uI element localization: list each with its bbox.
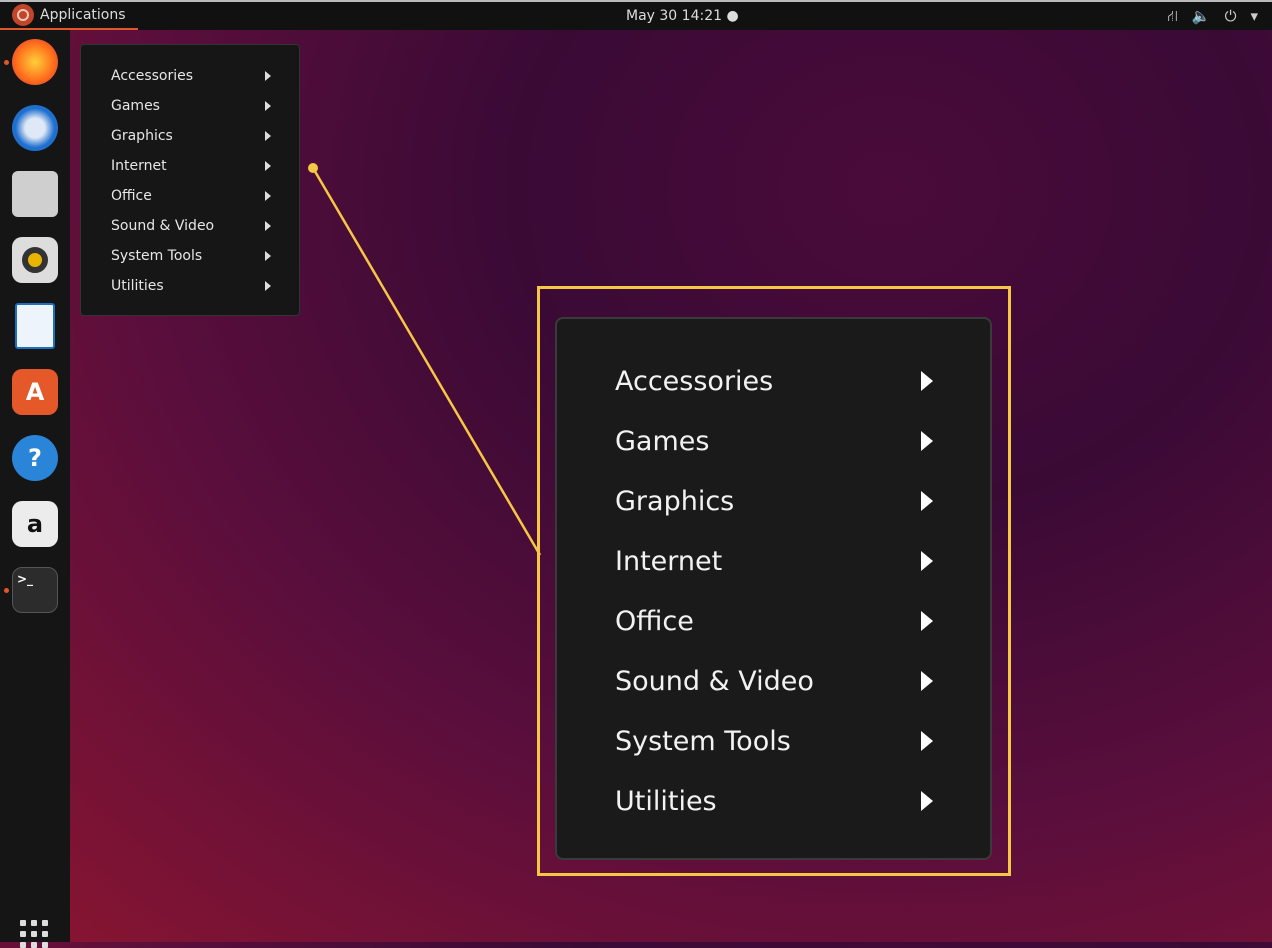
files-icon[interactable] [12, 171, 58, 217]
menu-item-label: Sound & Video [111, 218, 215, 234]
menu-item-label: Graphics [615, 485, 735, 517]
menu-item-sound-video[interactable]: Sound & Video [111, 216, 271, 236]
submenu-arrow-icon [921, 731, 933, 751]
submenu-arrow-icon [921, 431, 933, 451]
applications-label: Applications [40, 7, 126, 23]
submenu-arrow-icon [265, 221, 271, 231]
menu-item-label: Graphics [111, 128, 173, 144]
menu-item-office[interactable]: Office [111, 186, 271, 206]
menu-item-label: Internet [615, 545, 723, 577]
dock: A ? a >_ [0, 30, 70, 948]
network-icon[interactable]: ⛙ [1167, 7, 1178, 27]
menu-item-label: Accessories [111, 68, 194, 84]
rhythmbox-icon[interactable] [12, 237, 58, 283]
submenu-arrow-icon [265, 281, 271, 291]
submenu-arrow-icon [265, 251, 271, 261]
dropdown-icon[interactable]: ▾ [1250, 7, 1258, 27]
submenu-arrow-icon [921, 671, 933, 691]
submenu-arrow-icon [921, 551, 933, 571]
zoomed-callout: Accessories Games Graphics Internet Office So… [537, 286, 1011, 876]
menu-item-label: Internet [111, 158, 167, 174]
menu-item-label: Office [111, 188, 152, 204]
submenu-arrow-icon [921, 611, 933, 631]
menu-item-utilities[interactable]: Utilities [111, 276, 271, 296]
show-applications-grid-icon[interactable] [20, 920, 48, 948]
clock[interactable]: May 30 14:21 ● [626, 8, 739, 24]
menu-item-sound-video[interactable]: Sound & Video [615, 663, 933, 699]
menu-item-label: System Tools [111, 248, 203, 264]
menu-item-label: Sound & Video [615, 665, 814, 697]
applications-menu: Accessories Games Graphics Internet Office So… [80, 44, 300, 316]
power-icon[interactable]: ⏻ [1225, 7, 1237, 27]
submenu-arrow-icon [265, 191, 271, 201]
volume-icon[interactable]: 🔈 [1192, 7, 1211, 27]
menu-item-graphics[interactable]: Graphics [615, 483, 933, 519]
system-tray[interactable]: ⛙ 🔈 ⏻ ▾ [1167, 7, 1258, 27]
menu-item-internet[interactable]: Internet [615, 543, 933, 579]
running-indicator [4, 588, 9, 593]
menu-item-games[interactable]: Games [615, 423, 933, 459]
menu-item-office[interactable]: Office [615, 603, 933, 639]
menu-item-label: System Tools [615, 725, 791, 757]
menu-item-label: Office [615, 605, 694, 637]
submenu-arrow-icon [265, 101, 271, 111]
menu-item-games[interactable]: Games [111, 96, 271, 116]
libreoffice-writer-icon[interactable] [15, 303, 55, 349]
firefox-icon[interactable] [12, 39, 58, 85]
amazon-icon[interactable]: a [12, 501, 58, 547]
submenu-arrow-icon [921, 491, 933, 511]
menu-item-accessories[interactable]: Accessories [111, 66, 271, 86]
menu-item-label: Utilities [615, 785, 717, 817]
menu-item-internet[interactable]: Internet [111, 156, 271, 176]
running-indicator [4, 60, 9, 65]
menu-item-label: Accessories [615, 365, 774, 397]
menu-item-label: Games [615, 425, 710, 457]
menu-item-system-tools[interactable]: System Tools [615, 723, 933, 759]
ubuntu-logo-icon [12, 4, 34, 26]
menu-item-label: Games [111, 98, 160, 114]
applications-menu-button[interactable]: Applications [0, 2, 138, 30]
menu-item-accessories[interactable]: Accessories [615, 363, 933, 399]
submenu-arrow-icon [265, 71, 271, 81]
terminal-icon[interactable]: >_ [12, 567, 58, 613]
applications-menu-zoomed: Accessories Games Graphics Internet Office So… [555, 317, 992, 860]
thunderbird-icon[interactable] [12, 105, 58, 151]
menu-item-label: Utilities [111, 278, 164, 294]
submenu-arrow-icon [921, 371, 933, 391]
submenu-arrow-icon [265, 161, 271, 171]
menu-item-graphics[interactable]: Graphics [111, 126, 271, 146]
submenu-arrow-icon [265, 131, 271, 141]
top-bar: Applications May 30 14:21 ● ⛙ 🔈 ⏻ ▾ [0, 0, 1272, 30]
ubuntu-software-icon[interactable]: A [12, 369, 58, 415]
menu-item-system-tools[interactable]: System Tools [111, 246, 271, 266]
help-icon[interactable]: ? [12, 435, 58, 481]
menu-item-utilities[interactable]: Utilities [615, 783, 933, 819]
submenu-arrow-icon [921, 791, 933, 811]
